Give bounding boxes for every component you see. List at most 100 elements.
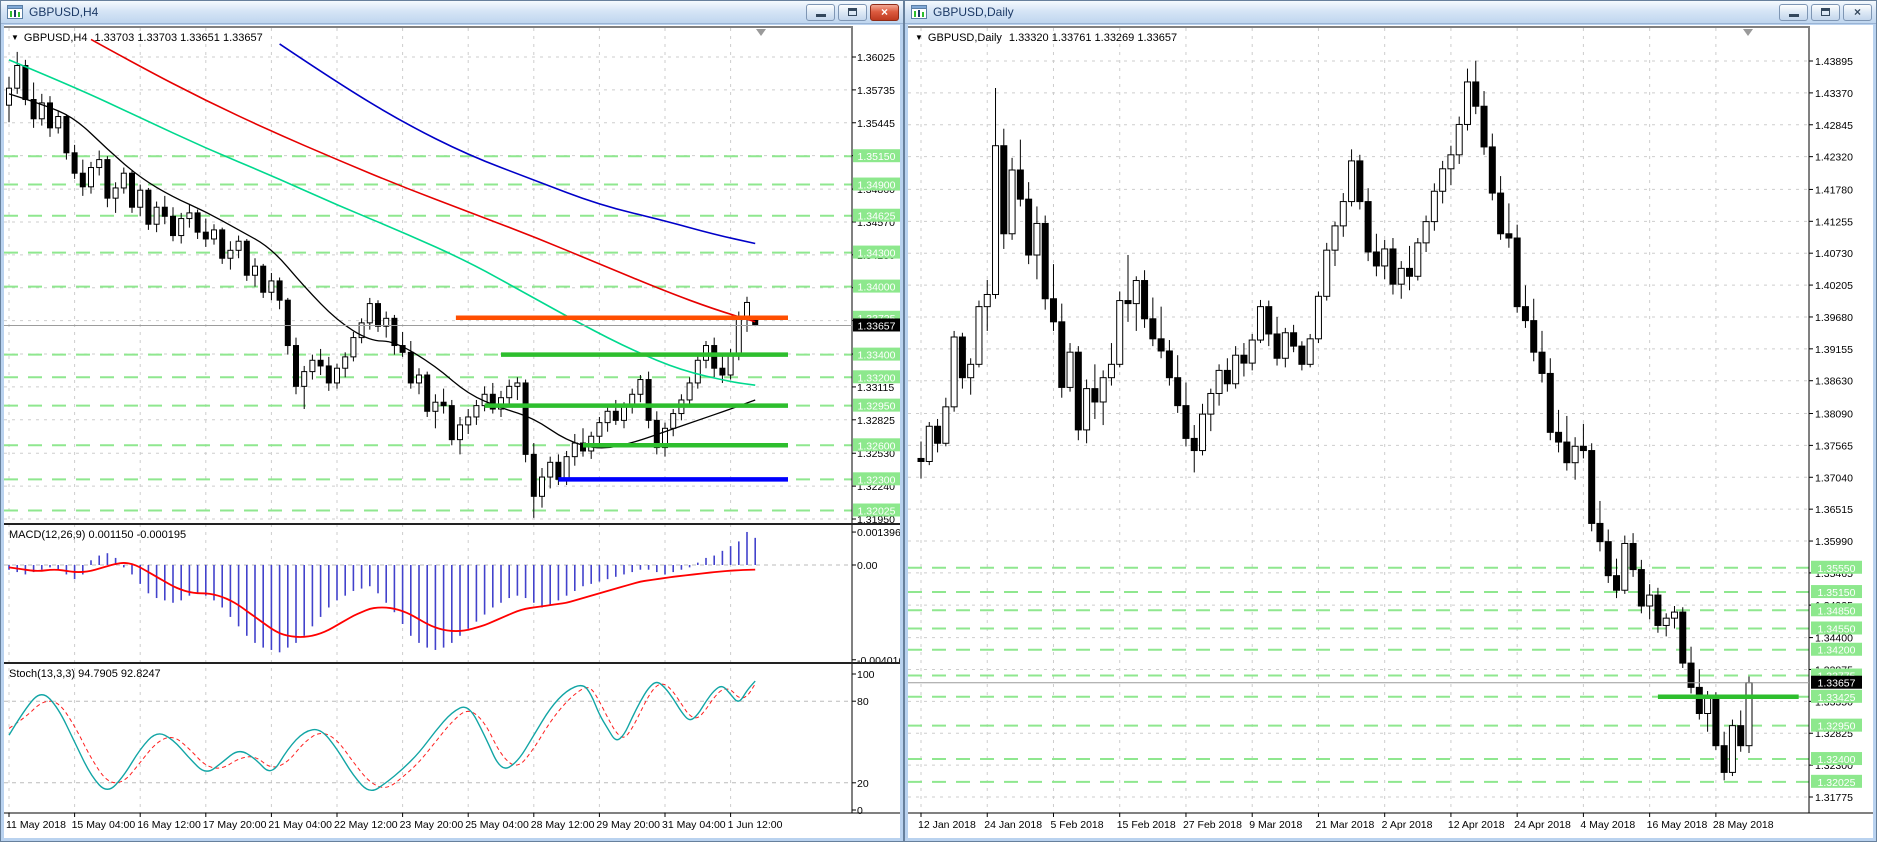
candles-layer xyxy=(917,60,1753,781)
close-button[interactable]: × xyxy=(870,3,899,21)
window-title: GBPUSD,Daily xyxy=(933,5,1014,19)
svg-text:1.34200: 1.34200 xyxy=(1818,645,1856,657)
svg-text:16 May 2018: 16 May 2018 xyxy=(1647,819,1708,831)
chart-area-gbpusd-daily[interactable]: 1.43895 1.43370 1.42845 1.42320 1.41780 1.412… xyxy=(908,25,1873,838)
svg-text:17 May 20:00: 17 May 20:00 xyxy=(203,819,267,831)
chart-info-ohlc: 1.33703 1.33703 1.33651 1.33657 xyxy=(94,32,263,44)
svg-text:-0.004016: -0.004016 xyxy=(857,655,900,667)
svg-text:1.36515: 1.36515 xyxy=(1815,504,1853,516)
svg-text:1.43895: 1.43895 xyxy=(1815,56,1853,68)
candles-layer xyxy=(6,51,759,518)
chart-info-symbol: GBPUSD,H4 xyxy=(23,32,88,44)
svg-text:1.39155: 1.39155 xyxy=(1815,344,1853,356)
svg-text:1.34000: 1.34000 xyxy=(858,282,896,294)
ma-blue xyxy=(279,43,756,245)
chart-shift-marker-icon[interactable] xyxy=(756,29,766,36)
svg-text:9 Mar 2018: 9 Mar 2018 xyxy=(1249,819,1302,831)
price-scale[interactable]: 1.43895 1.43370 1.42845 1.42320 1.41780 1.412… xyxy=(1808,25,1873,813)
chart-info-bar: ▼ GBPUSD,H4 1.33703 1.33703 1.33651 1.3365… xyxy=(11,32,263,44)
svg-text:27 Feb 2018: 27 Feb 2018 xyxy=(1183,819,1242,831)
svg-text:1.32300: 1.32300 xyxy=(858,474,896,486)
svg-text:28 May 12:00: 28 May 12:00 xyxy=(531,819,595,831)
level-dash-layer[interactable] xyxy=(4,155,852,512)
svg-text:1.42320: 1.42320 xyxy=(1815,152,1853,164)
svg-text:12 Apr 2018: 12 Apr 2018 xyxy=(1448,819,1505,831)
minimize-button[interactable] xyxy=(1779,3,1808,21)
ma-red xyxy=(90,38,756,323)
svg-text:1.33657: 1.33657 xyxy=(1818,678,1856,690)
svg-text:0.00: 0.00 xyxy=(857,560,878,572)
ohlc-expand-triangle[interactable]: ▼ xyxy=(915,33,923,42)
svg-text:1.32600: 1.32600 xyxy=(858,440,896,452)
chart-window-gbpusd-daily: GBPUSD,Daily × 1.43895 1.43370 1.42845 1.42… xyxy=(904,0,1877,842)
svg-text:1.38630: 1.38630 xyxy=(1815,376,1853,388)
svg-text:1.32950: 1.32950 xyxy=(1818,721,1856,733)
window-title: GBPUSD,H4 xyxy=(29,5,99,19)
svg-text:1.32950: 1.32950 xyxy=(858,401,896,413)
grid-vertical-layer xyxy=(920,28,1717,813)
chart-info-bar: ▼ GBPUSD,Daily 1.33320 1.33761 1.33269 1.3… xyxy=(915,32,1177,44)
svg-text:4 May 2018: 4 May 2018 xyxy=(1580,819,1635,831)
svg-text:1.35150: 1.35150 xyxy=(858,151,896,163)
svg-text:1.36025: 1.36025 xyxy=(857,52,895,64)
window-titlebar[interactable]: GBPUSD,Daily × xyxy=(905,1,1876,24)
chart-window-gbpusd-h4: GBPUSD,H4 × 1.360251.357351.354451.35155… xyxy=(0,0,904,842)
svg-text:0.001396: 0.001396 xyxy=(857,527,900,539)
stochastic-pane xyxy=(4,680,852,792)
svg-text:1.34850: 1.34850 xyxy=(1818,605,1856,617)
svg-text:1.35735: 1.35735 xyxy=(857,85,895,97)
svg-text:1.37565: 1.37565 xyxy=(1815,440,1853,452)
svg-text:1.34300: 1.34300 xyxy=(858,248,896,260)
svg-text:1.41780: 1.41780 xyxy=(1815,184,1853,196)
svg-text:1.35990: 1.35990 xyxy=(1815,536,1853,548)
svg-text:1.40205: 1.40205 xyxy=(1815,280,1853,292)
stoch-indicator-label: Stoch(13,3,3) 94.7905 92.8247 xyxy=(9,668,161,680)
chart-window-icon xyxy=(911,4,928,20)
svg-text:21 May 04:00: 21 May 04:00 xyxy=(268,819,332,831)
time-scale[interactable]: 12 Jan 2018 24 Jan 2018 5 Feb 2018 15 Feb 2… xyxy=(908,812,1873,838)
restore-button[interactable] xyxy=(1811,3,1840,21)
level-dash-layer[interactable] xyxy=(908,566,1809,783)
svg-text:12 Jan 2018: 12 Jan 2018 xyxy=(918,819,976,831)
svg-text:29 May 20:00: 29 May 20:00 xyxy=(596,819,660,831)
chart-shift-marker-icon[interactable] xyxy=(1743,29,1753,36)
svg-text:1.35150: 1.35150 xyxy=(1818,587,1856,599)
svg-text:15 May 04:00: 15 May 04:00 xyxy=(72,819,136,831)
macd-pane xyxy=(4,531,852,653)
svg-text:25 May 04:00: 25 May 04:00 xyxy=(465,819,529,831)
macd-signal-line xyxy=(8,562,756,638)
restore-button[interactable] xyxy=(838,3,867,21)
svg-text:21 Mar 2018: 21 Mar 2018 xyxy=(1315,819,1374,831)
time-scale[interactable]: 11 May 2018 15 May 04:00 16 May 12:00 17 Ma… xyxy=(4,812,900,838)
svg-text:1.38090: 1.38090 xyxy=(1815,409,1853,421)
svg-text:31 May 04:00: 31 May 04:00 xyxy=(662,819,726,831)
svg-text:1.35445: 1.35445 xyxy=(857,118,895,130)
close-button[interactable]: × xyxy=(1843,3,1872,21)
svg-text:1.41255: 1.41255 xyxy=(1815,216,1853,228)
svg-text:1.37040: 1.37040 xyxy=(1815,472,1853,484)
price-chart-svg-daily: 1.43895 1.43370 1.42845 1.42320 1.41780 1.412… xyxy=(908,25,1873,838)
price-scale[interactable]: 1.360251.357351.354451.351551.348601.345… xyxy=(851,25,900,813)
svg-text:20: 20 xyxy=(857,778,869,790)
svg-text:1 Jun 12:00: 1 Jun 12:00 xyxy=(728,819,783,831)
price-chart-svg-h4: 1.360251.357351.354451.351551.348601.345… xyxy=(4,25,900,838)
ohlc-expand-triangle[interactable]: ▼ xyxy=(11,33,19,42)
svg-text:1.33200: 1.33200 xyxy=(858,372,896,384)
svg-text:24 Apr 2018: 24 Apr 2018 xyxy=(1514,819,1571,831)
svg-text:1.32400: 1.32400 xyxy=(1818,754,1856,766)
stoch-signal-line xyxy=(8,683,756,788)
svg-text:1.32025: 1.32025 xyxy=(1818,777,1856,789)
window-titlebar[interactable]: GBPUSD,H4 × xyxy=(1,1,903,24)
svg-text:1.33425: 1.33425 xyxy=(1818,692,1856,704)
ma-springgreen xyxy=(8,59,756,387)
svg-text:2 Apr 2018: 2 Apr 2018 xyxy=(1382,819,1433,831)
svg-text:1.31775: 1.31775 xyxy=(1815,792,1853,804)
svg-text:15 Feb 2018: 15 Feb 2018 xyxy=(1117,819,1176,831)
svg-text:28 May 2018: 28 May 2018 xyxy=(1713,819,1774,831)
minimize-button[interactable] xyxy=(806,3,835,21)
svg-text:80: 80 xyxy=(857,696,869,708)
chart-info-symbol: GBPUSD,Daily xyxy=(927,32,1002,44)
svg-text:1.42845: 1.42845 xyxy=(1815,120,1853,132)
svg-text:1.34900: 1.34900 xyxy=(858,180,896,192)
chart-area-gbpusd-h4[interactable]: 1.360251.357351.354451.351551.348601.345… xyxy=(4,25,900,838)
